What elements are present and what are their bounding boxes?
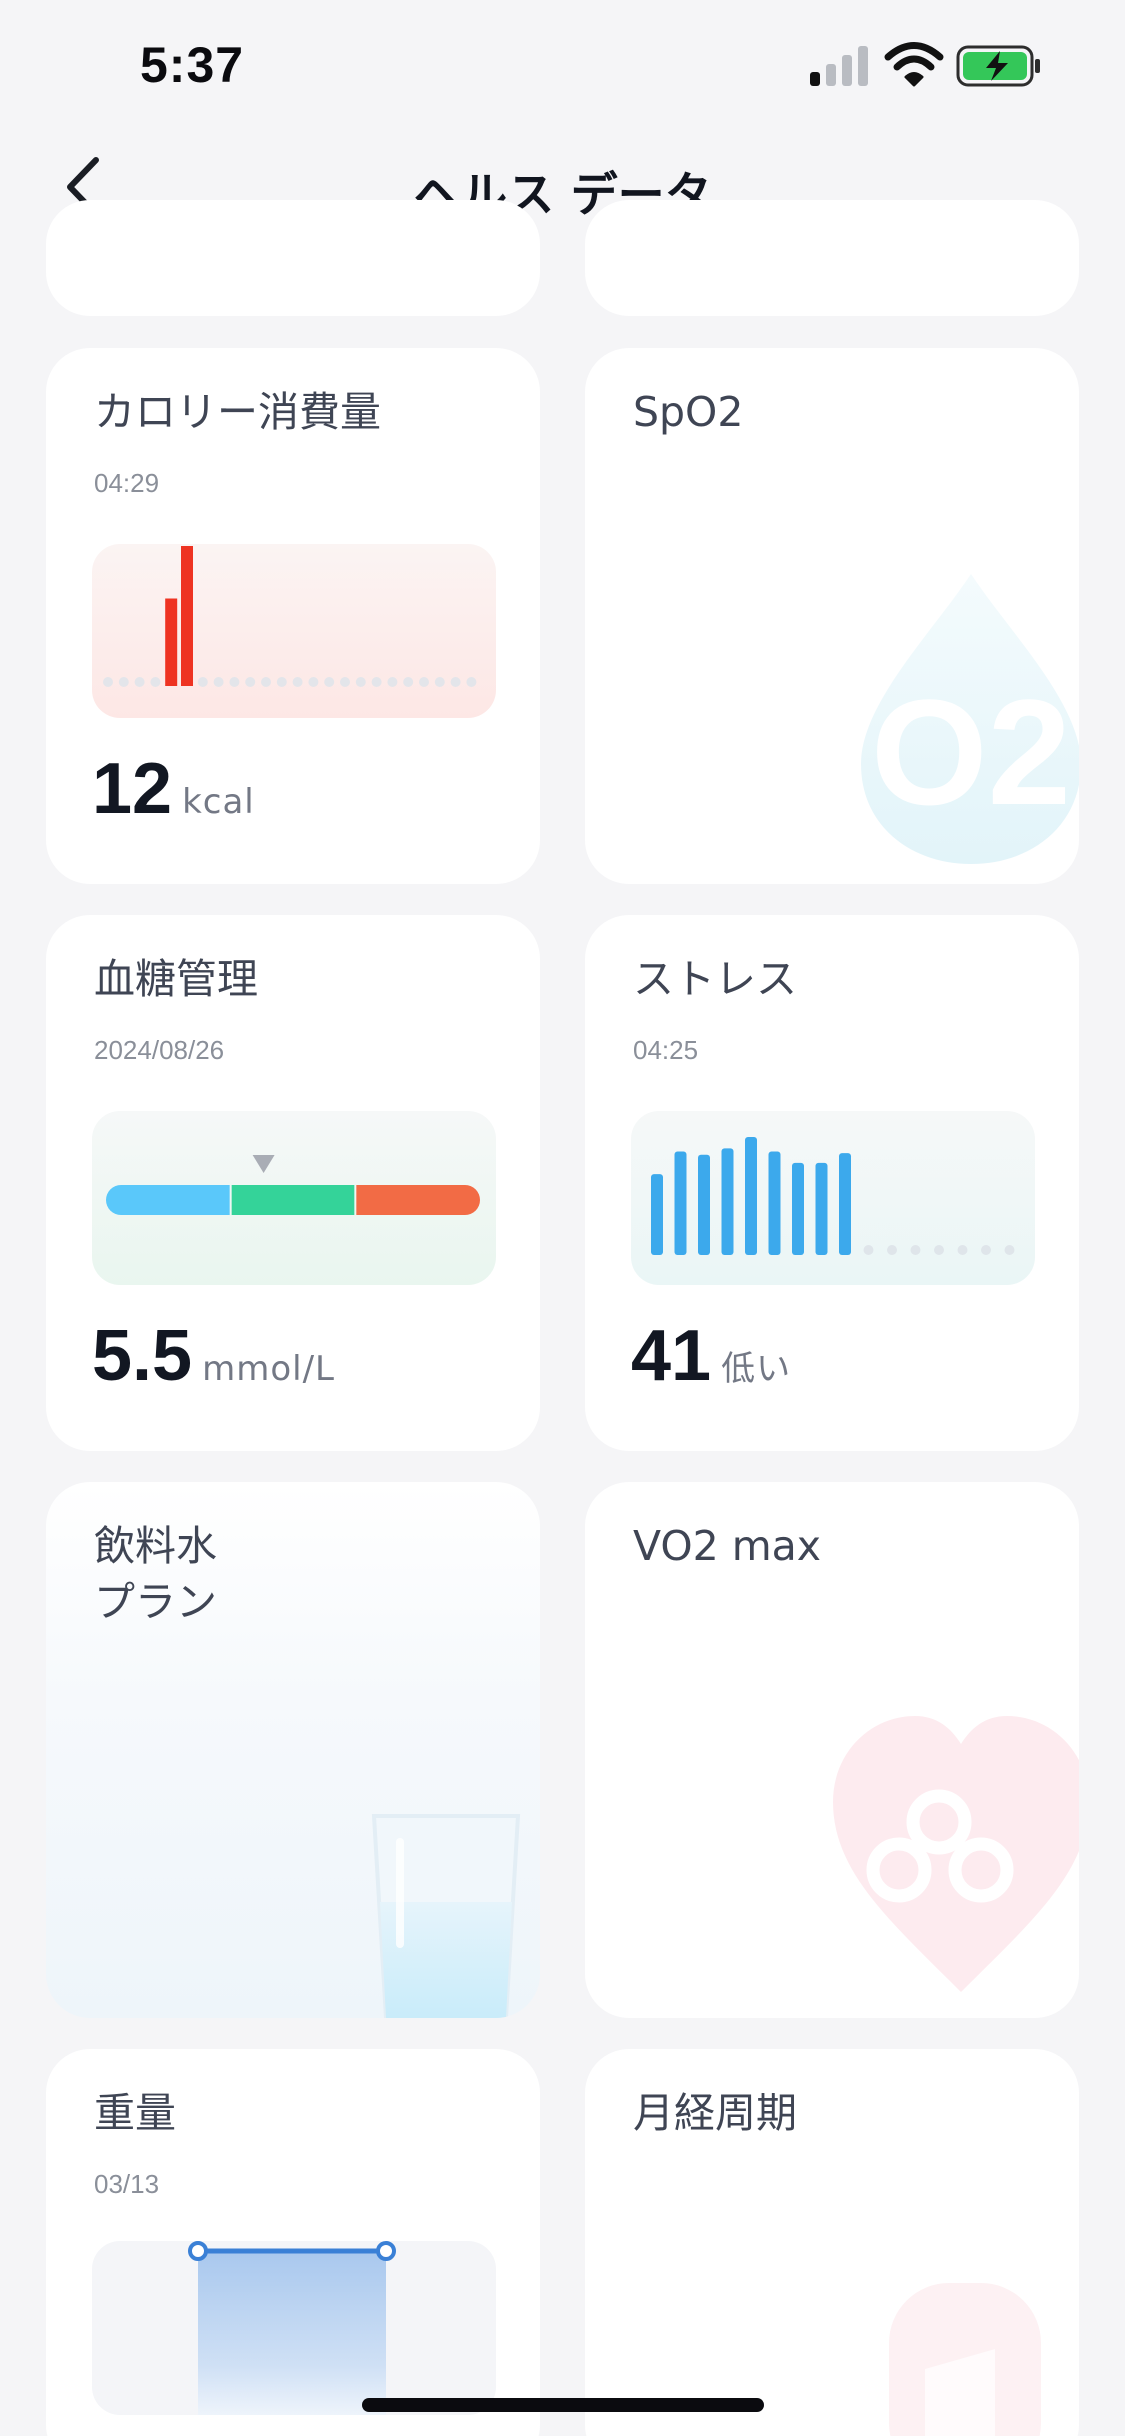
stress-time: 04:25	[633, 1035, 699, 1065]
calorie-unit: kcal	[182, 782, 255, 822]
water-glass-icon	[371, 1814, 521, 2018]
water-title-line2: プラン	[94, 1578, 217, 1626]
wifi-icon	[884, 42, 944, 87]
glucose-high-segment	[356, 1185, 480, 1215]
stress-bar	[839, 1153, 851, 1255]
calorie-empty-slot	[340, 677, 350, 687]
glucose-value: 5.5	[92, 1316, 193, 1396]
stress-bar	[651, 1174, 663, 1255]
weight-title: 重量	[94, 2089, 176, 2137]
stress-bar	[768, 1151, 781, 1255]
calorie-empty-slot	[308, 677, 319, 687]
heart-icon	[833, 1716, 1079, 1992]
calorie-empty-slot	[355, 677, 366, 687]
calorie-empty-slot	[292, 677, 303, 687]
stress-bar	[674, 1151, 687, 1255]
stress-bar	[792, 1162, 804, 1255]
calorie-empty-slot	[261, 677, 271, 687]
card-partial-left[interactable]	[46, 200, 540, 316]
calorie-bar	[181, 546, 193, 686]
calorie-empty-slot	[276, 677, 287, 687]
calorie-chart	[92, 544, 496, 718]
calorie-bar	[165, 598, 178, 686]
spo2-title: SpO2	[633, 388, 744, 436]
cellular-signal-icon	[810, 46, 868, 86]
calorie-empty-slot	[229, 677, 240, 687]
glucose-normal-segment	[231, 1185, 355, 1215]
calorie-empty-slot	[419, 677, 429, 687]
glucose-marker	[252, 1155, 275, 1173]
stress-bar	[815, 1162, 828, 1255]
calorie-empty-slot	[387, 677, 398, 687]
calorie-empty-slot	[213, 677, 224, 687]
status-bar: 5:37	[0, 0, 1125, 130]
glucose-low-segment	[106, 1185, 230, 1215]
calorie-empty-slot	[118, 677, 129, 687]
calorie-card[interactable]: カロリー消費量 04:29 12 kcal	[46, 348, 540, 884]
stress-empty-slot	[934, 1245, 944, 1255]
stress-empty-slot	[957, 1245, 968, 1255]
stress-level: 低い	[721, 1349, 792, 1389]
calorie-empty-slot	[434, 677, 445, 687]
calorie-empty-slot	[150, 677, 161, 687]
calorie-time: 04:29	[94, 468, 160, 498]
calorie-empty-slot	[324, 677, 335, 687]
stress-title: ストレス	[633, 955, 797, 1003]
calorie-empty-slot	[466, 677, 477, 687]
calorie-empty-slot	[103, 677, 113, 687]
calorie-empty-slot	[134, 677, 145, 687]
stress-empty-slot	[1004, 1245, 1015, 1255]
calorie-title: カロリー消費量	[94, 388, 381, 436]
stress-value: 41	[631, 1316, 712, 1396]
spo2-watermark: O2	[871, 668, 1071, 836]
calorie-empty-slot	[245, 677, 256, 687]
glucose-range-bar	[92, 1111, 496, 1285]
stress-empty-slot	[863, 1245, 874, 1255]
weight-chart	[92, 2241, 496, 2415]
battery-charging-icon	[956, 45, 1040, 87]
glucose-unit: mmol/L	[202, 1349, 335, 1389]
glucose-date: 2024/08/26	[94, 1035, 225, 1065]
vo2-max-card[interactable]: VO2 max	[585, 1482, 1079, 2018]
weight-card[interactable]: 重量 03/13	[46, 2049, 540, 2436]
stress-chart	[631, 1111, 1035, 1285]
stress-bar	[721, 1148, 734, 1255]
water-title: 飲料水 プラン	[94, 1518, 217, 1630]
vo2-title: VO2 max	[633, 1522, 822, 1570]
calorie-empty-slot	[450, 677, 461, 687]
spo2-card[interactable]: SpO2 O2	[585, 348, 1079, 884]
card-partial-right[interactable]	[585, 200, 1079, 316]
calorie-empty-slot	[371, 677, 382, 687]
menstrual-cycle-card[interactable]: 月経周期	[585, 2049, 1079, 2436]
stress-bar	[698, 1154, 710, 1255]
blood-glucose-card[interactable]: 血糖管理 2024/08/26 5.5 mmol/L	[46, 915, 540, 1451]
glucose-title: 血糖管理	[94, 955, 258, 1003]
stress-empty-slot	[887, 1245, 897, 1255]
calendar-icon	[889, 2283, 1041, 2436]
calorie-value: 12	[92, 749, 173, 829]
weight-date: 03/13	[94, 2169, 160, 2199]
calorie-empty-slot	[197, 677, 208, 687]
stress-bar	[745, 1137, 757, 1255]
water-plan-card[interactable]: 飲料水 プラン	[46, 1482, 540, 2018]
status-time: 5:37	[140, 37, 245, 93]
stress-empty-slot	[910, 1245, 921, 1255]
home-indicator	[362, 2398, 764, 2412]
stress-card[interactable]: ストレス 04:25 41 低い	[585, 915, 1079, 1451]
menstrual-title: 月経周期	[633, 2089, 797, 2137]
water-title-line1: 飲料水	[94, 1522, 217, 1570]
calorie-empty-slot	[403, 677, 414, 687]
stress-empty-slot	[981, 1245, 991, 1255]
oxygen-drop-icon: O2	[861, 574, 1079, 864]
